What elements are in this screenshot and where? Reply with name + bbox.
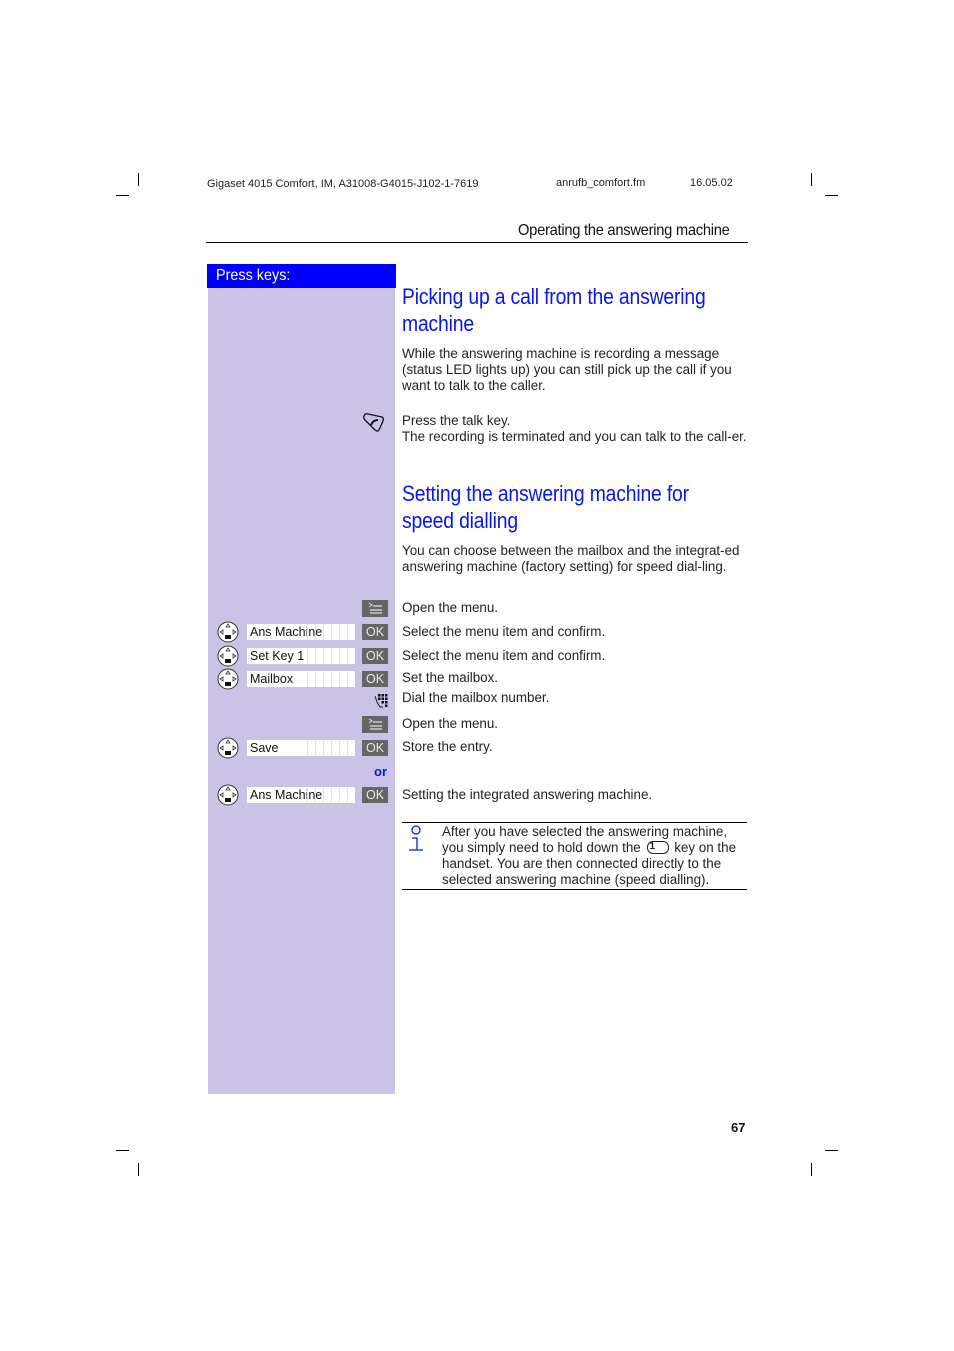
keypad-icon [374,694,388,708]
info-icon [409,825,423,851]
nav-key-icon [217,737,239,759]
doc-date: 16.05.02 [690,177,733,189]
step-text: Dial the mailbox number. [402,690,550,705]
note-top-rule [402,822,747,823]
menu-key-icon [362,716,388,733]
crop-mark [825,1150,838,1151]
crop-mark [138,173,139,186]
ok-key: OK [362,624,388,640]
display-field: Ans Machine [247,787,355,803]
ok-key: OK [362,787,388,803]
or-label: or [374,764,387,779]
section-title: Operating the answering machine [518,222,730,239]
step-text: Press the talk key. [402,413,511,428]
file-name: anrufb_comfort.fm [556,177,646,189]
note-bottom-rule [402,889,747,890]
voicemail-key-icon: 1 [646,841,669,854]
intro-paragraph: While the answering machine is recording… [402,346,732,393]
ok-key: OK [362,671,388,687]
nav-key-icon [217,621,239,643]
heading-picking-up-call: Picking up a call from the answering mach… [402,284,706,336]
step-text: Setting the integrated answering machine… [402,787,653,802]
page-number: 67 [731,1120,746,1135]
step-text: Store the entry. [402,739,493,754]
nav-key-icon [217,668,239,690]
step-text: Select the menu item and confirm. [402,624,606,639]
crop-mark [825,195,838,196]
ok-key: OK [362,740,388,756]
nav-key-icon [217,645,239,667]
header-rule [206,242,748,243]
crop-mark [811,173,812,186]
display-field: Set Key 1 [247,648,355,664]
display-field: Ans Machine [247,624,355,640]
display-field: Save [247,740,355,756]
ok-key: OK [362,648,388,664]
talk-key-icon [363,413,384,432]
step-text: Open the menu. [402,716,499,731]
menu-key-icon [362,600,388,617]
step-text: The recording is terminated and you can … [402,429,747,444]
heading-speed-dialling: Setting the answering machine for speed d… [402,481,689,533]
step-text: Set the mailbox. [402,670,499,685]
step-text: Open the menu. [402,600,499,615]
crop-mark [116,195,129,196]
display-field: Mailbox [247,671,355,687]
crop-mark [116,1150,129,1151]
crop-mark [138,1163,139,1176]
note-text: After you have selected the answering ma… [442,824,737,887]
step-text: Select the menu item and confirm. [402,648,606,663]
intro-paragraph: You can choose between the mailbox and t… [402,543,740,574]
press-keys-heading: Press keys: [207,264,396,288]
nav-key-icon [217,784,239,806]
doc-id: Gigaset 4015 Comfort, IM, A31008-G4015-J… [207,178,479,190]
crop-mark [811,1163,812,1176]
